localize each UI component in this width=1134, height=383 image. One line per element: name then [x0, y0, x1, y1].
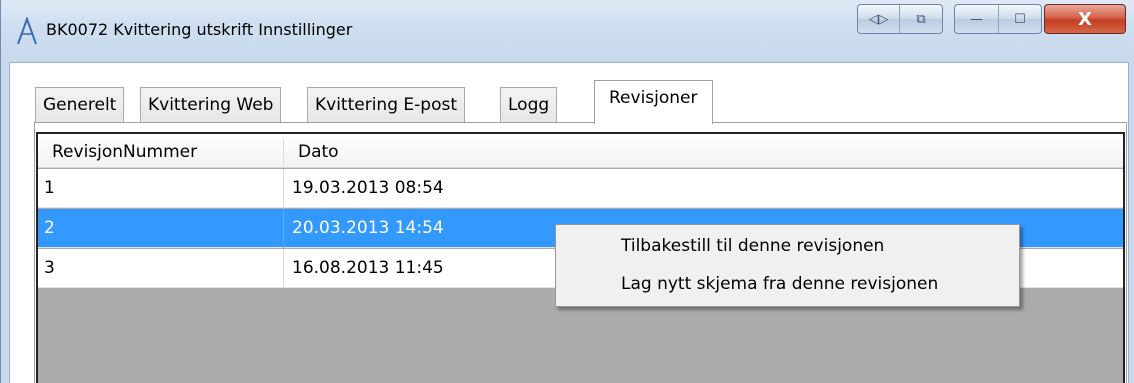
tab-label: Revisjoner	[609, 88, 698, 108]
table-row[interactable]: 1 19.03.2013 08:54	[38, 169, 1123, 208]
context-menu: Tilbakestill til denne revisjonen Lag ny…	[555, 224, 1020, 307]
cell-divider	[283, 169, 284, 208]
restore-layout-button[interactable]: ⧉	[900, 5, 942, 33]
caption-extra-group: ◁▷ ⧉	[857, 4, 943, 34]
grid-header: RevisjonNummer Dato	[38, 134, 1123, 168]
date-cell: 19.03.2013 08:54	[292, 178, 444, 198]
window-title: BK0072 Kvittering utskrift Innstillinger	[46, 20, 353, 39]
revision-number-cell: 3	[44, 258, 55, 278]
menu-item-tilbakestill[interactable]: Tilbakestill til denne revisjonen	[621, 231, 884, 261]
date-cell: 16.08.2013 11:45	[292, 258, 444, 278]
revision-number-cell: 1	[44, 178, 55, 198]
tab-kvittering-web[interactable]: Kvittering Web	[140, 87, 282, 123]
close-icon: X	[1078, 8, 1092, 30]
cell-divider	[283, 249, 284, 288]
cell-divider	[283, 209, 284, 248]
tab-label: Generelt	[43, 95, 117, 115]
column-header-revisjonnummer[interactable]: RevisjonNummer	[38, 134, 197, 168]
tab-label: Kvittering Web	[148, 95, 274, 115]
app-logo-icon	[17, 17, 37, 45]
tab-kvittering-epost[interactable]: Kvittering E-post	[307, 87, 465, 123]
maximize-icon: ☐	[1014, 11, 1026, 27]
revision-number-cell: 2	[44, 218, 55, 238]
minimize-icon: —	[970, 11, 983, 27]
tab-logg[interactable]: Logg	[500, 87, 558, 123]
maximize-button[interactable]: ☐	[999, 5, 1041, 33]
tab-label: Kvittering E-post	[315, 95, 457, 115]
close-button[interactable]: X	[1044, 4, 1126, 34]
split-view-button[interactable]: ◁▷	[858, 5, 900, 33]
date-cell: 20.03.2013 14:54	[292, 218, 444, 238]
tab-generelt[interactable]: Generelt	[35, 87, 125, 123]
split-view-icon: ◁▷	[868, 11, 889, 27]
restore-layout-icon: ⧉	[916, 11, 926, 27]
column-header-dato[interactable]: Dato	[284, 134, 339, 168]
application-window: BK0072 Kvittering utskrift Innstillinger…	[0, 0, 1134, 383]
tab-revisjoner[interactable]: Revisjoner	[594, 80, 713, 124]
client-area: Generelt Kvittering Web Kvittering E-pos…	[9, 62, 1129, 383]
minimize-button[interactable]: —	[955, 5, 999, 33]
title-bar[interactable]: BK0072 Kvittering utskrift Innstillinger…	[1, 0, 1134, 58]
menu-item-lag-nytt-skjema[interactable]: Lag nytt skjema fra denne revisjonen	[621, 269, 938, 299]
caption-window-group: — ☐	[954, 4, 1042, 34]
tab-label: Logg	[508, 95, 550, 115]
